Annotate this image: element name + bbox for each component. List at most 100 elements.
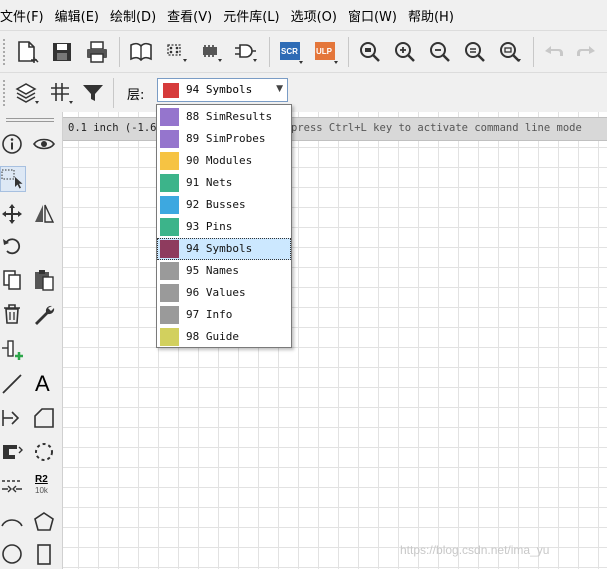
move-button[interactable] <box>0 202 24 226</box>
value-tool-label: R2 <box>35 474 48 485</box>
command-line-hint: press Ctrl+L key to activate command lin… <box>291 122 582 134</box>
rectangle-icon <box>37 544 51 565</box>
printer-icon <box>87 41 107 63</box>
ulp-label: ULP <box>316 47 332 56</box>
arc-button[interactable] <box>0 510 24 534</box>
change-button[interactable] <box>32 302 56 326</box>
undo-button[interactable] <box>541 39 567 65</box>
layer-option[interactable]: 98 Guide <box>157 326 291 348</box>
library-button[interactable] <box>128 39 154 65</box>
copy-button[interactable] <box>0 268 24 292</box>
mirror-button[interactable] <box>32 202 56 226</box>
add-part-button[interactable] <box>0 338 24 362</box>
save-button[interactable] <box>49 39 75 65</box>
split-button[interactable] <box>0 474 24 498</box>
line-button[interactable] <box>0 372 24 396</box>
menu-window[interactable]: 窗口(W) <box>348 6 402 25</box>
filter-button[interactable] <box>80 80 106 106</box>
attribute-button[interactable] <box>0 440 24 464</box>
layer-option[interactable]: 93 Pins <box>157 216 291 238</box>
group-select-button[interactable] <box>0 166 26 192</box>
command-line-bar[interactable]: 0.1 inch (-1.6 press Ctrl+L key to activ… <box>63 117 607 141</box>
circle-icon <box>2 544 22 564</box>
toolbar-separator <box>533 37 534 67</box>
menu-library[interactable]: 元件库(L) <box>223 6 284 25</box>
layer-color-swatch <box>160 196 179 214</box>
split-icon <box>2 480 22 493</box>
zoom-in-button[interactable] <box>392 39 418 65</box>
layer-option[interactable]: 97 Info <box>157 304 291 326</box>
zoom-out-icon <box>430 42 450 62</box>
zoom-out-button[interactable] <box>427 39 453 65</box>
menu-help[interactable]: 帮助(H) <box>408 6 459 25</box>
new-file-button[interactable] <box>14 39 40 65</box>
layer-option[interactable]: 90 Modules <box>157 150 291 172</box>
grid-icon <box>51 83 73 104</box>
polygon-icon <box>34 512 54 531</box>
layer-toolbar: 层: 94 Symbols ▼ <box>0 72 607 114</box>
zoom-select-icon <box>500 42 521 62</box>
toolbar-grip <box>6 118 54 122</box>
pin-icon <box>2 410 20 426</box>
layer-option[interactable]: 95 Names <box>157 260 291 282</box>
rotate-button[interactable] <box>0 234 24 258</box>
layer-settings-button[interactable] <box>14 80 40 106</box>
value-button[interactable]: R2 10k <box>32 474 56 498</box>
run-script-button[interactable]: SCR <box>279 39 305 65</box>
menu-view[interactable]: 查看(V) <box>167 6 217 25</box>
menu-file[interactable]: 文件(F) <box>0 6 49 25</box>
layer-option[interactable]: 91 Nets <box>157 172 291 194</box>
delete-button[interactable] <box>0 302 24 326</box>
layer-color-swatch <box>160 174 179 192</box>
trash-icon <box>4 304 20 324</box>
text-button[interactable]: A <box>32 371 56 396</box>
layer-select[interactable]: 94 Symbols ▼ <box>157 78 288 102</box>
value-tool-sublabel: 10k <box>35 486 48 495</box>
toolbar-separator <box>269 37 270 67</box>
layer-option[interactable]: 94 Symbols <box>157 238 291 260</box>
zoom-fit-button[interactable] <box>357 39 383 65</box>
layer-option[interactable]: 96 Values <box>157 282 291 304</box>
add-part-icon <box>2 340 23 360</box>
package-button[interactable] <box>198 39 224 65</box>
menu-options[interactable]: 选项(O) <box>291 6 342 25</box>
run-ulp-button[interactable]: ULP <box>314 39 340 65</box>
pin-button[interactable] <box>0 406 24 430</box>
menu-draw[interactable]: 绘制(D) <box>110 6 161 25</box>
arc-icon <box>1 519 23 527</box>
drawing-canvas[interactable] <box>63 112 607 569</box>
move-arrows-icon <box>2 204 22 224</box>
eye-icon <box>33 138 55 150</box>
zoom-select-button[interactable] <box>497 39 523 65</box>
layer-option[interactable]: 89 SimProbes <box>157 128 291 150</box>
layer-select-value: 94 Symbols <box>186 83 253 96</box>
layer-color-swatch <box>160 240 179 258</box>
layer-option[interactable]: 88 SimResults <box>157 106 291 128</box>
print-button[interactable] <box>84 39 110 65</box>
zoom-redraw-button[interactable] <box>462 39 488 65</box>
text-tool-label: A <box>35 371 50 396</box>
circle-button[interactable] <box>0 542 24 566</box>
zoom-in-icon <box>395 42 415 62</box>
smash-button[interactable] <box>32 440 56 464</box>
package-icon <box>203 45 222 62</box>
dropdown-arrow-icon: ▼ <box>276 84 283 94</box>
info-button[interactable] <box>0 132 24 156</box>
coordinate-display: 0.1 inch (-1.6 <box>68 122 157 134</box>
paste-clipboard-icon <box>35 270 54 291</box>
zoom-fit-icon <box>360 42 380 62</box>
rectangle-button[interactable] <box>32 542 56 566</box>
grid-button[interactable] <box>48 80 74 106</box>
frame-button[interactable] <box>32 406 56 430</box>
menu-edit[interactable]: 编辑(E) <box>55 6 104 25</box>
layer-color-swatch <box>160 306 179 324</box>
command-toolbar: A R2 10k <box>0 112 63 569</box>
paste-button[interactable] <box>32 268 56 292</box>
redo-button[interactable] <box>573 39 599 65</box>
symbol-button[interactable] <box>233 39 259 65</box>
layer-option[interactable]: 92 Busses <box>157 194 291 216</box>
polygon-button[interactable] <box>32 510 56 534</box>
attribute-icon <box>3 445 23 459</box>
board-button[interactable] <box>163 39 189 65</box>
show-button[interactable] <box>32 132 56 156</box>
